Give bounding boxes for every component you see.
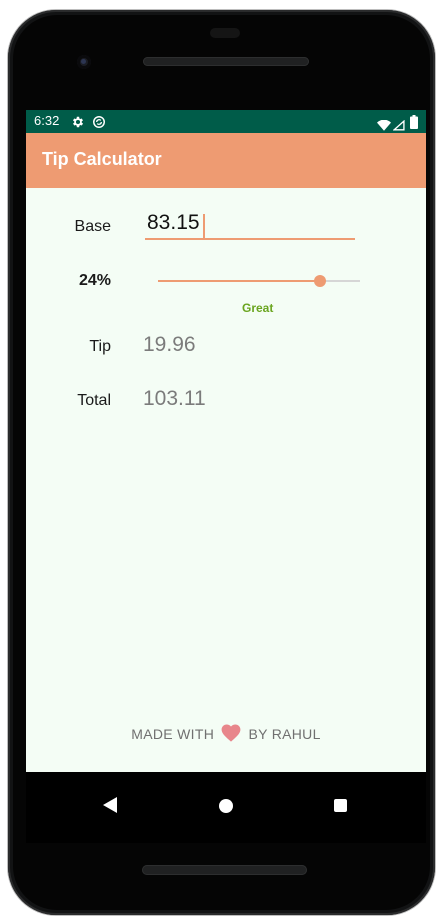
bottom-speaker [142,865,307,875]
battery-icon [410,114,418,133]
navigation-bar [26,772,426,843]
app-title: Tip Calculator [42,149,162,169]
text-caret [203,214,205,238]
total-amount-value: 103.11 [143,387,206,410]
status-time: 6:32 [34,113,60,128]
home-icon[interactable] [219,799,233,813]
recent-apps-icon[interactable] [334,799,347,812]
sensor-notch [210,28,240,38]
base-label: Base [74,218,111,235]
back-icon[interactable] [103,797,117,817]
screen: 6:32 Tip Calculator Base 24% Great Tip [26,110,426,843]
heart-icon [221,724,241,745]
slider-thumb[interactable] [313,275,326,287]
slider-track-fill [158,280,320,282]
footer-credit: MADE WITH BY RAHUL [26,724,426,745]
footer-made-with: MADE WITH [131,726,215,742]
base-amount-input[interactable] [145,210,355,240]
gear-icon [71,114,85,133]
tip-quality-label: Great [242,301,274,315]
calculator-content: Base 24% Great Tip 19.96 Total 103.11 MA… [26,188,426,772]
total-label: Total [77,392,111,409]
tip-amount-value: 19.96 [143,333,196,356]
sync-icon [92,114,106,133]
earpiece-speaker [143,57,309,66]
footer-author: BY RAHUL [248,726,321,742]
status-bar: 6:32 [26,110,426,133]
front-camera [77,55,91,69]
app-bar: Tip Calculator [26,133,426,188]
tip-percent-slider[interactable] [158,272,360,290]
tip-label: Tip [89,338,111,355]
tip-percent-label: 24% [78,272,111,289]
